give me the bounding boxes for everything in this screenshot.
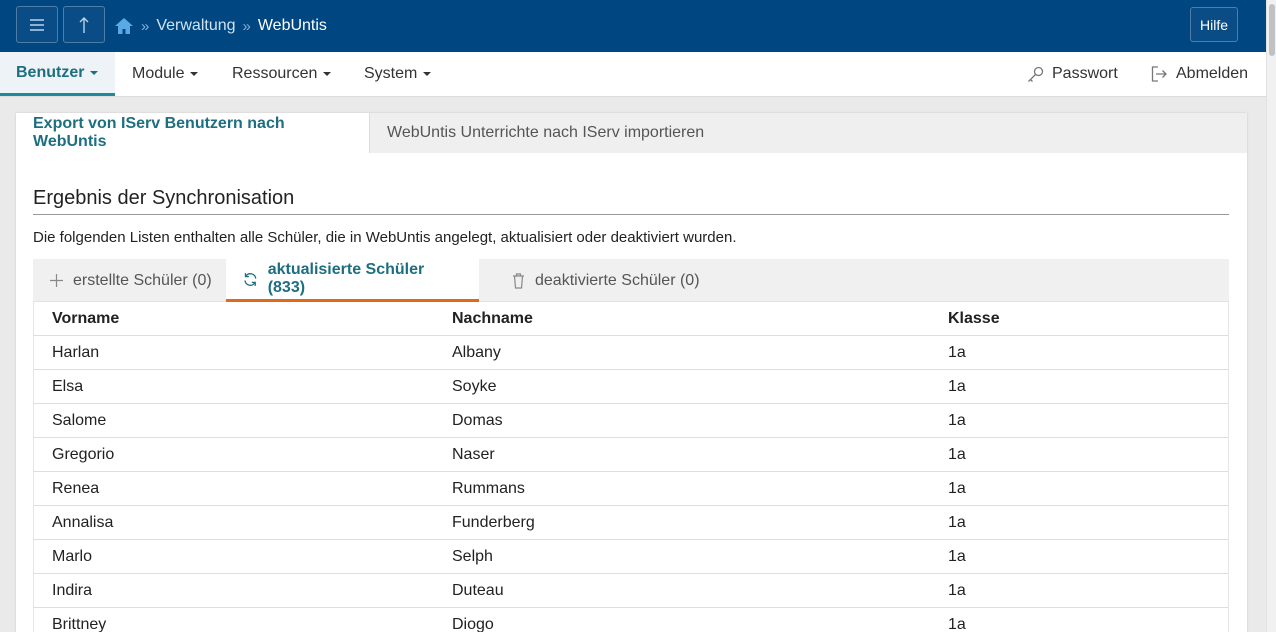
breadcrumb-webuntis: WebUntis [257,17,327,34]
up-arrow-icon [79,16,89,33]
cell-klasse: 1a [948,343,966,361]
nav-benutzer[interactable]: Benutzer [0,52,115,96]
table-row: Brittney Diogo 1a [33,608,1229,632]
nav-module[interactable]: Module [116,52,214,96]
cell-vorname: Indira [52,581,93,599]
tab-deactivated-label: deaktivierte Schüler (0) [535,271,700,289]
cell-nachname: Domas [452,411,503,429]
cell-vorname: Brittney [52,615,107,632]
cell-vorname: Gregorio [52,445,115,463]
header-nachname[interactable]: Nachname [452,302,533,335]
key-icon [1028,66,1044,82]
main-nav: Benutzer Module Ressourcen System Passwo… [0,52,1266,97]
caret-down-icon [423,72,432,76]
cell-nachname: Soyke [452,377,497,395]
header-klasse[interactable]: Klasse [948,302,1000,335]
content-panel: Export von IServ Benutzern nach WebUntis… [16,113,1247,632]
plus-icon [50,274,63,287]
tab-created[interactable]: erstellte Schüler (0) [33,259,229,302]
breadcrumb: » Verwaltung » WebUntis [114,14,327,38]
table-header: Vorname Nachname Klasse [33,302,1229,336]
up-button[interactable] [63,6,105,43]
table-row: Indira Duteau 1a [33,574,1229,608]
cell-nachname: Duteau [452,581,504,599]
table-row: Annalisa Funderberg 1a [33,506,1229,540]
top-bar: » Verwaltung » WebUntis Hilfe [0,0,1266,52]
cell-nachname: Funderberg [452,513,535,531]
tab-export[interactable]: Export von IServ Benutzern nach WebUntis [16,113,369,153]
cell-nachname: Naser [452,445,495,463]
cell-nachname: Diogo [452,615,494,632]
tab-deactivated[interactable]: deaktivierte Schüler (0) [495,259,717,302]
cell-klasse: 1a [948,411,966,429]
password-link[interactable]: Passwort [1027,52,1118,96]
breadcrumb-verwaltung[interactable]: Verwaltung [156,17,235,35]
breadcrumb-separator: » [141,17,150,35]
cell-nachname: Albany [452,343,501,361]
menu-icon [30,18,44,31]
tab-created-label: erstellte Schüler (0) [73,271,212,289]
table-row: Salome Domas 1a [33,404,1229,438]
cell-klasse: 1a [948,377,966,395]
scrollbar[interactable] [1266,0,1276,632]
scrollbar-thumb[interactable] [1269,4,1275,56]
nav-module-label: Module [132,65,185,82]
divider [33,214,1229,215]
table-row: Gregorio Naser 1a [33,438,1229,472]
cell-vorname: Elsa [52,377,84,395]
logout-link[interactable]: Abmelden [1151,52,1248,96]
tab-updated-label: aktualisierte Schüler (833) [267,261,425,296]
cell-nachname: Selph [452,547,493,565]
cell-vorname: Renea [52,479,100,497]
tab-import[interactable]: WebUntis Unterrichte nach IServ importie… [369,113,721,153]
panel-tabs: Export von IServ Benutzern nach WebUntis… [16,113,1247,153]
table-row: Renea Rummans 1a [33,472,1229,506]
cell-vorname: Annalisa [52,513,114,531]
nav-ressourcen[interactable]: Ressourcen [216,52,347,96]
nav-system-label: System [364,65,418,82]
refresh-icon [244,272,257,286]
cell-vorname: Salome [52,411,107,429]
caret-down-icon [323,72,332,76]
tab-updated[interactable]: aktualisierte Schüler (833) [226,259,479,302]
logout-label: Abmelden [1176,65,1249,82]
help-button[interactable]: Hilfe [1190,7,1238,42]
table-row: Marlo Selph 1a [33,540,1229,574]
breadcrumb-separator: » [242,17,251,35]
cell-klasse: 1a [948,479,966,497]
cell-klasse: 1a [948,615,966,632]
students-table: Vorname Nachname Klasse Harlan Albany 1a… [33,302,1229,632]
cell-vorname: Harlan [52,343,100,361]
menu-button[interactable] [16,6,58,43]
cell-klasse: 1a [948,581,966,599]
section-description: Die folgenden Listen enthalten alle Schü… [33,229,737,246]
password-label: Passwort [1052,65,1118,82]
home-icon[interactable] [114,17,134,35]
cell-klasse: 1a [948,513,966,531]
section-title: Ergebnis der Synchronisation [33,187,295,209]
header-vorname[interactable]: Vorname [52,302,119,335]
nav-system[interactable]: System [348,52,447,96]
nav-benutzer-label: Benutzer [16,63,85,81]
cell-klasse: 1a [948,445,966,463]
cell-vorname: Marlo [52,547,93,565]
trash-icon [513,272,524,289]
cell-nachname: Rummans [452,479,525,497]
cell-klasse: 1a [948,547,966,565]
nav-ressourcen-label: Ressourcen [232,65,318,82]
table-row: Harlan Albany 1a [33,336,1229,370]
result-tabs: erstellte Schüler (0) aktualisierte Schü… [33,259,1229,302]
table-row: Elsa Soyke 1a [33,370,1229,404]
caret-down-icon [90,70,99,75]
caret-down-icon [190,72,199,76]
logout-icon [1151,66,1167,82]
